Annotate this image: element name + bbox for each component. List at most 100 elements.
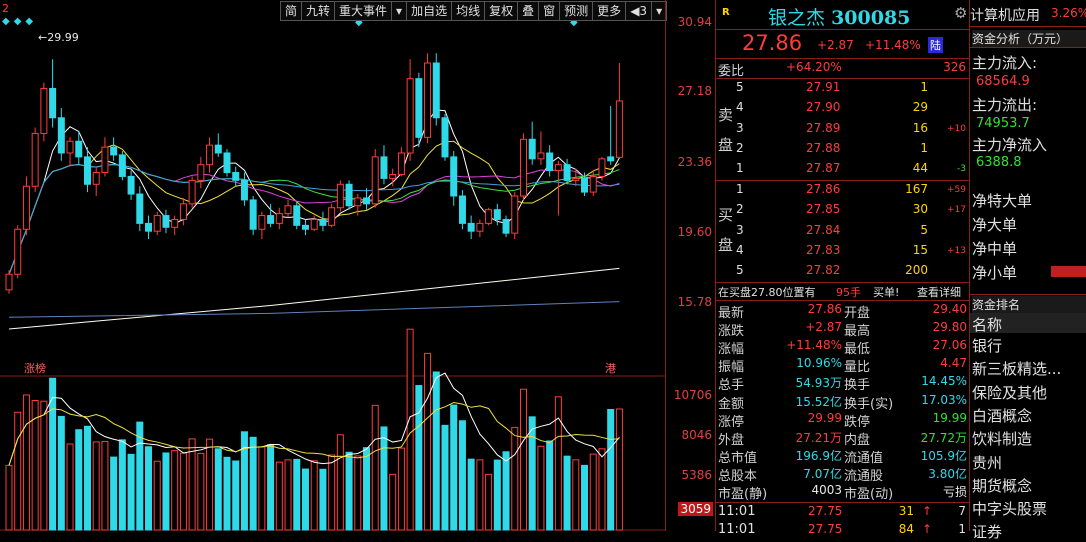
- volume-bar[interactable]: [528, 416, 536, 531]
- volume-bar[interactable]: [554, 396, 562, 531]
- volume-bar[interactable]: [101, 440, 109, 531]
- volume-bar[interactable]: [467, 458, 475, 531]
- volume-bar[interactable]: [319, 468, 327, 531]
- candle-body[interactable]: [188, 179, 196, 205]
- volume-bar[interactable]: [240, 431, 248, 531]
- toolbar-collapse-button[interactable]: ◀3: [625, 1, 653, 21]
- candle-body[interactable]: [572, 177, 580, 181]
- volume-bar[interactable]: [397, 447, 405, 531]
- sector-name[interactable]: 计算机应用: [970, 5, 1040, 25]
- volume-bar[interactable]: [371, 404, 379, 531]
- volume-bar[interactable]: [83, 425, 91, 531]
- volume-bar[interactable]: [249, 436, 257, 531]
- volume-bar[interactable]: [223, 456, 231, 531]
- toolbar-adjust-button[interactable]: 复权: [484, 1, 519, 21]
- candle-body[interactable]: [14, 228, 22, 275]
- rank-item[interactable]: 期货概念: [972, 475, 1080, 496]
- bids-row[interactable]: 3 27.84 5: [716, 222, 970, 241]
- volume-bar[interactable]: [607, 408, 615, 531]
- asks-row[interactable]: 5 27.91 1: [716, 79, 970, 98]
- volume-bar[interactable]: [406, 328, 414, 531]
- candle-body[interactable]: [75, 140, 83, 158]
- candle-body[interactable]: [275, 213, 283, 224]
- candle-body[interactable]: [415, 78, 423, 138]
- kline-svg[interactable]: [0, 0, 665, 531]
- toolbar-simple-button[interactable]: 简: [280, 1, 303, 21]
- volume-bar[interactable]: [118, 439, 126, 531]
- candle-body[interactable]: [554, 164, 562, 172]
- candle-body[interactable]: [110, 146, 118, 156]
- volume-bar[interactable]: [179, 452, 187, 531]
- volume-bar[interactable]: [22, 394, 30, 531]
- volume-bar[interactable]: [153, 460, 161, 531]
- volume-bar[interactable]: [572, 459, 580, 531]
- candle-body[interactable]: [258, 215, 266, 230]
- connect-tag[interactable]: 陆: [928, 37, 943, 53]
- candle-body[interactable]: [467, 222, 475, 232]
- candle-body[interactable]: [493, 209, 501, 220]
- volume-bar[interactable]: [197, 452, 205, 531]
- candle-body[interactable]: [232, 172, 240, 181]
- candle-body[interactable]: [581, 177, 589, 193]
- candle-body[interactable]: [319, 218, 327, 226]
- volume-bar[interactable]: [354, 455, 362, 531]
- volume-bar[interactable]: [615, 408, 623, 531]
- candle-body[interactable]: [345, 183, 353, 207]
- volume-bar[interactable]: [162, 452, 170, 531]
- candle-body[interactable]: [240, 179, 248, 201]
- settings-gear-icon[interactable]: ⚙: [954, 4, 967, 22]
- toolbar-jiuzhuan-button[interactable]: 九转: [301, 1, 336, 21]
- asks-row[interactable]: 3 27.89 16 +10: [716, 120, 970, 139]
- volume-bar[interactable]: [14, 411, 22, 531]
- asks-row[interactable]: 1 27.87 44 -3: [716, 160, 970, 179]
- volume-bar[interactable]: [188, 438, 196, 531]
- candle-body[interactable]: [336, 183, 344, 209]
- toolbar-ma-button[interactable]: 均线: [451, 1, 486, 21]
- volume-bar[interactable]: [450, 404, 458, 531]
- candle-body[interactable]: [5, 273, 13, 291]
- volume-bar[interactable]: [328, 454, 336, 531]
- candle-body[interactable]: [563, 164, 571, 181]
- rank-item[interactable]: 银行: [972, 335, 1080, 356]
- toolbar-forecast-button[interactable]: 预测: [559, 1, 594, 21]
- volume-bar[interactable]: [424, 352, 432, 531]
- volume-bar[interactable]: [389, 473, 397, 531]
- candle-body[interactable]: [267, 215, 275, 224]
- candle-body[interactable]: [31, 132, 39, 187]
- rank-item[interactable]: 保险及其他: [972, 382, 1080, 403]
- candle-body[interactable]: [397, 152, 405, 175]
- volume-bar[interactable]: [301, 468, 309, 531]
- candle-body[interactable]: [40, 87, 48, 134]
- volume-bar[interactable]: [293, 458, 301, 531]
- volume-bar[interactable]: [267, 444, 275, 531]
- bids-row[interactable]: 5 27.82 200: [716, 262, 970, 281]
- volume-bar[interactable]: [511, 426, 519, 531]
- volume-bar[interactable]: [214, 448, 222, 531]
- candle-body[interactable]: [432, 62, 440, 119]
- rank-title[interactable]: 资金排名: [972, 296, 1086, 313]
- volume-bar[interactable]: [546, 440, 554, 531]
- tag-zhangbang[interactable]: 涨榜: [24, 360, 46, 376]
- candle-body[interactable]: [589, 175, 597, 193]
- candle-body[interactable]: [206, 144, 214, 166]
- asks-row[interactable]: 4 27.90 29: [716, 99, 970, 118]
- volume-bar[interactable]: [284, 459, 292, 531]
- volume-bar[interactable]: [336, 434, 344, 531]
- toolbar-add-watchlist-button[interactable]: 加自选: [406, 1, 453, 21]
- candle-body[interactable]: [145, 222, 153, 232]
- volume-bar[interactable]: [581, 464, 589, 531]
- candle-body[interactable]: [92, 172, 100, 185]
- volume-bar[interactable]: [110, 456, 118, 531]
- bids-row[interactable]: 1 27.86 167 +59: [716, 181, 970, 200]
- volume-bar[interactable]: [258, 446, 266, 531]
- candle-body[interactable]: [127, 175, 135, 195]
- volume-bar[interactable]: [66, 443, 74, 531]
- toolbar-window-button[interactable]: 窗: [538, 1, 561, 21]
- candle-body[interactable]: [537, 152, 545, 160]
- volume-bar[interactable]: [493, 459, 501, 531]
- volume-bar[interactable]: [380, 426, 388, 531]
- candle-body[interactable]: [511, 195, 519, 234]
- candle-body[interactable]: [179, 203, 187, 220]
- volume-bar[interactable]: [57, 415, 65, 531]
- volume-bar[interactable]: [598, 448, 606, 531]
